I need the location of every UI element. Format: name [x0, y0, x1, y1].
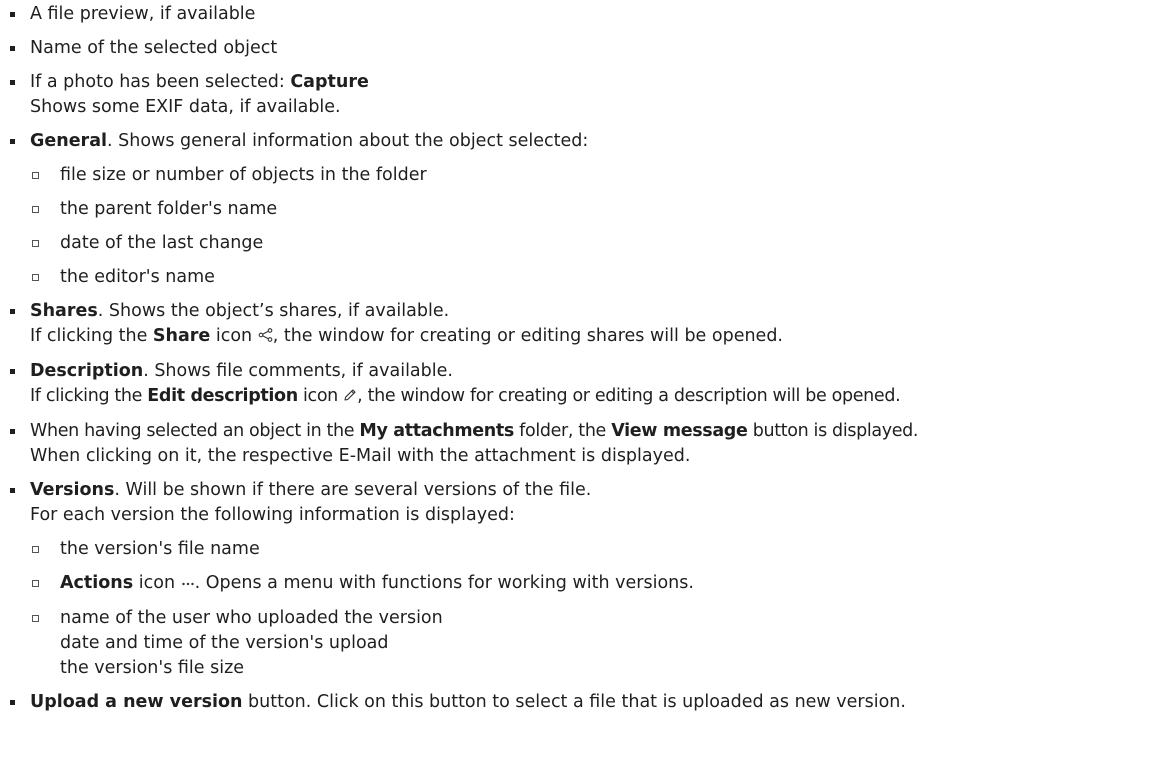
- description-line-2: If clicking the Edit description icon , …: [30, 384, 1156, 410]
- pencil-icon: [343, 385, 357, 410]
- sublist-item-upload-info: name of the user who uploaded the versio…: [30, 606, 1156, 681]
- upload-size: the version's file size: [60, 658, 245, 678]
- upload-text: button. Click on this button to select a…: [242, 692, 906, 712]
- list-item-name: Name of the selected object: [0, 36, 1156, 61]
- desc-line2-b: icon: [297, 386, 344, 406]
- actions-b: . Opens a menu with functions for workin…: [194, 573, 694, 593]
- attachments-line-2: When clicking on it, the respective E-Ma…: [30, 446, 691, 466]
- versions-line: Versions. Will be shown if there are sev…: [30, 478, 1156, 503]
- capture-label: Capture: [290, 72, 369, 92]
- desc-line2-a: If clicking the: [30, 386, 148, 406]
- capture-description: Shows some EXIF data, if available.: [30, 97, 341, 117]
- versions-text: . Will be shown if there are several ver…: [114, 480, 592, 500]
- sublist-item: date of the last change: [30, 231, 1156, 256]
- sublist-item: the parent folder's name: [30, 197, 1156, 222]
- item-text: Name of the selected object: [30, 38, 278, 58]
- capture-line: If a photo has been selected: Capture: [30, 70, 1156, 95]
- att-b: folder, the: [513, 421, 612, 441]
- list-item-general: General. Shows general information about…: [0, 129, 1156, 290]
- description-text: . Shows file comments, if available.: [143, 361, 453, 381]
- shares-text: . Shows the object’s shares, if availabl…: [97, 301, 450, 321]
- versions-line-2: For each version the following informati…: [30, 505, 515, 525]
- att-a: When having selected an object in the: [30, 421, 360, 441]
- att-c: button is displayed.: [747, 421, 919, 441]
- shares-line: Shares. Shows the object’s shares, if av…: [30, 299, 1156, 324]
- sublist-item: file size or number of objects in the fo…: [30, 163, 1156, 188]
- shares-line2-c: , the window for creating or editing sha…: [272, 326, 783, 346]
- shares-line2-a: If clicking the: [30, 326, 153, 346]
- list-item-description: Description. Shows file comments, if ava…: [0, 359, 1156, 410]
- versions-label: Versions: [30, 480, 115, 500]
- general-text: . Shows general information about the ob…: [107, 131, 589, 151]
- my-attachments-label: My attachments: [359, 421, 514, 441]
- share-icon: [258, 325, 273, 350]
- desc-line2-c: , the window for creating or editing a d…: [357, 386, 901, 406]
- list-item-preview: A file preview, if available: [0, 2, 1156, 27]
- view-message-label: View message: [611, 421, 748, 441]
- edit-description-label: Edit description: [147, 386, 298, 406]
- sublist-item-actions: Actions icon . Opens a menu with functio…: [30, 571, 1156, 597]
- sublist-item: the editor's name: [30, 265, 1156, 290]
- upload-new-version-label: Upload a new version: [30, 692, 243, 712]
- attachments-line: When having selected an object in the My…: [30, 419, 1156, 444]
- upload-date: date and time of the version's upload: [60, 633, 389, 653]
- item-text: A file preview, if available: [30, 4, 256, 24]
- list-item-capture: If a photo has been selected: Capture Sh…: [0, 70, 1156, 120]
- document-body: A file preview, if available Name of the…: [0, 2, 1156, 715]
- general-label: General: [30, 131, 107, 151]
- shares-line-2: If clicking the Share icon , the window …: [30, 324, 1156, 350]
- shares-label: Shares: [30, 301, 98, 321]
- upload-user: name of the user who uploaded the versio…: [60, 608, 443, 628]
- actions-label: Actions: [60, 573, 134, 593]
- sublist-item: the version's file name: [30, 537, 1156, 562]
- list-item-upload: Upload a new version button. Click on th…: [0, 690, 1156, 715]
- share-label: Share: [152, 326, 211, 346]
- list-item-attachments: When having selected an object in the My…: [0, 419, 1156, 469]
- shares-line2-b: icon: [210, 326, 258, 346]
- versions-sublist: the version's file name Actions icon . O…: [30, 537, 1156, 681]
- description-label: Description: [30, 361, 144, 381]
- general-line: General. Shows general information about…: [30, 129, 1156, 154]
- list-item-versions: Versions. Will be shown if there are sev…: [0, 478, 1156, 681]
- actions-a: icon: [133, 573, 181, 593]
- general-sublist: file size or number of objects in the fo…: [30, 163, 1156, 290]
- capture-intro: If a photo has been selected:: [30, 72, 291, 92]
- list-item-shares: Shares. Shows the object’s shares, if av…: [0, 299, 1156, 350]
- description-line: Description. Shows file comments, if ava…: [30, 359, 1156, 384]
- feature-list: A file preview, if available Name of the…: [0, 2, 1156, 715]
- ellipsis-icon: [181, 572, 195, 597]
